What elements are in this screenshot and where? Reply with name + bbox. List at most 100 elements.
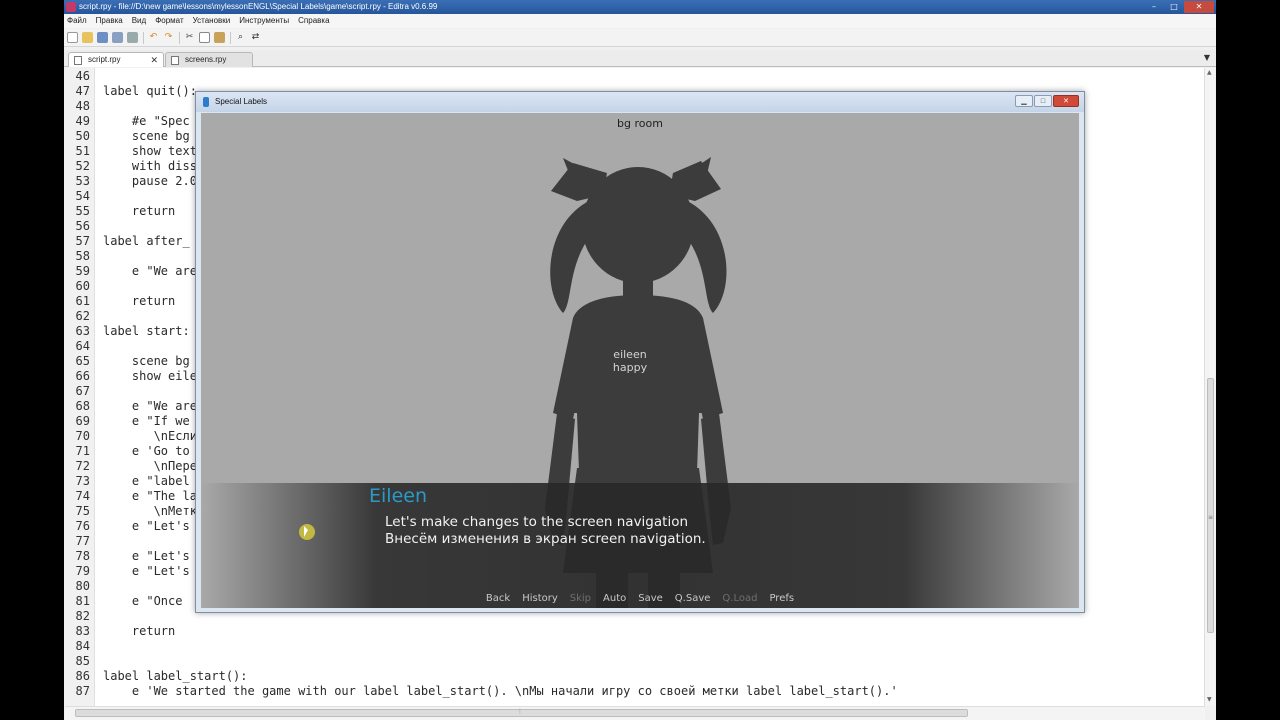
code-line[interactable]: 83 return — [65, 624, 1205, 639]
vertical-scroll-thumb[interactable] — [1207, 378, 1214, 633]
tab-close-icon[interactable]: ✕ — [150, 53, 158, 67]
code-text: show text — [103, 144, 197, 158]
find-icon[interactable]: ⌕ — [235, 32, 246, 43]
code-line[interactable]: 85 — [65, 654, 1205, 669]
code-text: return — [103, 294, 176, 308]
game-minimize-button[interactable]: ▁ — [1015, 95, 1033, 107]
game-maximize-button[interactable]: □ — [1034, 95, 1052, 107]
quick-menu-qsave[interactable]: Q.Save — [675, 593, 711, 604]
copy-icon[interactable] — [199, 32, 210, 43]
replace-icon[interactable]: ⇄ — [250, 32, 261, 43]
game-close-button[interactable]: ✕ — [1053, 95, 1079, 107]
tab-script-rpy[interactable]: script.rpy ✕ — [68, 52, 164, 67]
scroll-down-icon[interactable]: ▼ — [1207, 696, 1212, 703]
scroll-grip-icon: ≡ — [1208, 514, 1214, 521]
code-line[interactable]: 84 — [65, 639, 1205, 654]
line-number: 79 — [75, 564, 90, 578]
print-icon[interactable] — [127, 32, 138, 43]
line-number: 58 — [75, 249, 90, 263]
line-number: 85 — [75, 654, 90, 668]
undo-icon[interactable]: ↶ — [148, 32, 159, 43]
menu-format[interactable]: Формат — [155, 14, 183, 28]
line-number: 47 — [75, 84, 90, 98]
line-number: 86 — [75, 669, 90, 683]
dialogue-textbox[interactable]: Eileen Let's make changes to the screen … — [201, 483, 1079, 608]
redo-icon[interactable]: ↷ — [163, 32, 174, 43]
code-text: scene bg — [103, 129, 190, 143]
close-button[interactable]: ✕ — [1184, 1, 1214, 13]
quick-menu-qload: Q.Load — [722, 593, 758, 604]
line-number: 54 — [75, 189, 90, 203]
menu-tools[interactable]: Инструменты — [239, 14, 289, 28]
code-text: e "Once — [103, 594, 183, 608]
quick-menu-save[interactable]: Save — [638, 593, 663, 604]
code-text: e "Let's — [103, 519, 190, 533]
open-icon[interactable] — [82, 32, 93, 43]
quick-menu-auto[interactable]: Auto — [603, 593, 626, 604]
game-scene[interactable]: bg room eileen happy Eileen Let's make c… — [201, 113, 1079, 608]
speaker-name: Eileen — [369, 485, 427, 507]
code-line[interactable]: 46 — [65, 69, 1205, 84]
line-number: 83 — [75, 624, 90, 638]
toolbar-separator — [230, 31, 231, 44]
line-number: 80 — [75, 579, 90, 593]
line-number: 57 — [75, 234, 90, 248]
line-number: 84 — [75, 639, 90, 653]
game-titlebar: Special Labels ▁ □ ✕ — [196, 92, 1084, 112]
line-number: 59 — [75, 264, 90, 278]
quick-menu: Back History Skip Auto Save Q.Save Q.Loa… — [201, 593, 1079, 604]
minimize-button[interactable]: – — [1144, 1, 1164, 13]
menu-help[interactable]: Справка — [298, 14, 329, 28]
scroll-up-icon[interactable]: ▲ — [1207, 69, 1212, 76]
vertical-scrollbar[interactable]: ▲ ≡ ▼ — [1204, 68, 1215, 706]
sprite-label-line1: eileen — [613, 348, 647, 361]
line-number: 81 — [75, 594, 90, 608]
editor-title: script.rpy - file://D:\new game\lessons\… — [79, 2, 438, 11]
code-text: e 'We started the game with our label la… — [103, 684, 898, 698]
code-text: pause 2.0 — [103, 174, 197, 188]
code-line[interactable]: 87 e 'We started the game with our label… — [65, 684, 1205, 699]
quick-menu-prefs[interactable]: Prefs — [769, 593, 794, 604]
menu-settings[interactable]: Установки — [193, 14, 231, 28]
line-number: 70 — [75, 429, 90, 443]
quick-menu-history[interactable]: History — [522, 593, 558, 604]
tab-bar: script.rpy ✕ screens.rpy ▼ — [64, 50, 1216, 67]
line-number: 73 — [75, 474, 90, 488]
quick-menu-back[interactable]: Back — [486, 593, 510, 604]
line-number: 55 — [75, 204, 90, 218]
cut-icon[interactable]: ✂ — [184, 32, 195, 43]
menu-file[interactable]: Файл — [67, 14, 87, 28]
line-number: 87 — [75, 684, 90, 698]
tab-screens-rpy[interactable]: screens.rpy — [165, 52, 253, 67]
dialogue-line2: Внесём изменения в экран screen navigati… — [385, 531, 706, 547]
code-line[interactable]: 86 label label_start(): — [65, 669, 1205, 684]
menu-edit[interactable]: Правка — [96, 14, 123, 28]
line-number: 53 — [75, 174, 90, 188]
line-number: 66 — [75, 369, 90, 383]
tab-list-dropdown-icon[interactable]: ▼ — [1204, 53, 1210, 62]
line-number: 75 — [75, 504, 90, 518]
code-text: #e "Spec — [103, 114, 190, 128]
line-number: 46 — [75, 69, 90, 83]
code-text: label after_ — [103, 234, 190, 248]
code-text: e "If we — [103, 414, 190, 428]
line-number: 69 — [75, 414, 90, 428]
mouse-cursor-icon — [299, 524, 315, 540]
toolbar-separator — [143, 31, 144, 44]
save-icon[interactable] — [97, 32, 108, 43]
save-as-icon[interactable] — [112, 32, 123, 43]
file-icon — [74, 56, 82, 65]
code-text: with diss — [103, 159, 197, 173]
code-text: \nМетк — [103, 504, 197, 518]
code-text: show eile — [103, 369, 197, 383]
maximize-button[interactable]: □ — [1164, 1, 1184, 13]
tab-label: script.rpy — [88, 55, 121, 64]
paste-icon[interactable] — [214, 32, 225, 43]
line-number: 50 — [75, 129, 90, 143]
horizontal-scrollbar[interactable]: ⋮ — [65, 706, 1205, 720]
new-icon[interactable] — [67, 32, 78, 43]
line-number: 72 — [75, 459, 90, 473]
code-text: e "The la — [103, 489, 197, 503]
menu-view[interactable]: Вид — [132, 14, 146, 28]
line-number: 67 — [75, 384, 90, 398]
